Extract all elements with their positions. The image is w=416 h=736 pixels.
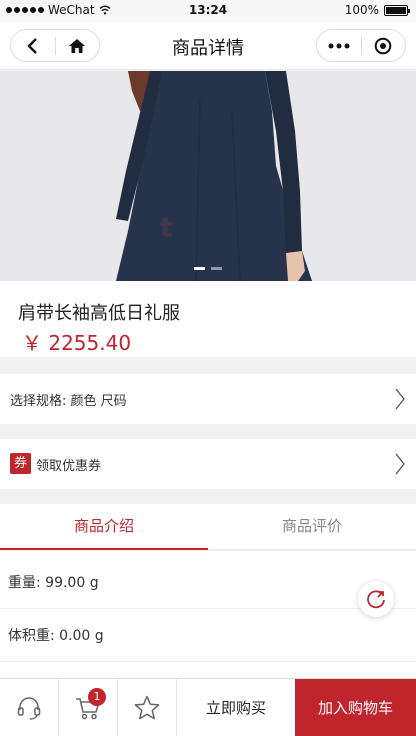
spec-selector-row[interactable]: 选择规格: 颜色 尺码 [0,374,416,424]
battery-icon [384,4,410,16]
star-icon [134,695,160,719]
chevron-right-icon [395,388,405,410]
dress-photo [0,71,416,281]
spec-label: 选择规格: 颜色 尺码 [10,394,127,409]
more-icon [328,43,350,48]
nav-bar: 商品详情 [0,22,416,70]
bottom-action-bar: 1 立即购买 加入购物车 [0,678,416,736]
carousel-dot-active [194,267,205,270]
add-to-cart-button[interactable]: 加入购物车 [295,679,416,736]
float-action-button[interactable] [358,581,394,617]
headset-icon [17,696,41,720]
cart-count-badge: 1 [88,688,106,706]
coupon-row[interactable]: 券 领取优惠券 [0,439,416,489]
status-bar: WeChat 13:24 100% [0,0,416,22]
tab-product-intro[interactable]: 商品介绍 [0,504,208,550]
detail-tabs: 商品介绍 商品评价 [0,504,416,550]
buy-now-button[interactable]: 立即购买 [177,679,295,736]
refresh-arrow-icon [367,590,385,609]
close-button[interactable] [362,30,406,61]
product-details: 重量: 99.00 g 体积重: 0.00 g [0,551,416,678]
product-name: 肩带长袖高低日礼服 [18,303,180,324]
cart-button[interactable]: 1 [59,679,118,736]
weight-row: 重量: 99.00 g [0,557,416,609]
volume-row: 体积重: 0.00 g [0,610,416,662]
tab-product-reviews[interactable]: 商品评价 [208,504,416,549]
coupon-badge: 券 [10,453,31,474]
status-right: 100% [344,3,410,17]
product-info-card: 肩带长袖高低日礼服 ￥ 2255.40 [0,281,416,357]
watermark-logo: t [160,211,174,244]
customer-service-button[interactable] [0,679,59,736]
battery-percent: 100% [344,3,379,17]
more-button[interactable] [317,30,361,61]
target-icon [374,37,392,54]
product-price: ￥ 2255.40 [22,331,132,355]
chevron-right-icon [395,453,405,475]
carousel-dot [211,267,222,270]
nav-capsule-right [316,29,406,62]
carousel-indicator [0,267,416,270]
favorite-button[interactable] [118,679,177,736]
product-image-carousel[interactable]: t [0,71,416,281]
coupon-label: 领取优惠券 [36,459,102,474]
